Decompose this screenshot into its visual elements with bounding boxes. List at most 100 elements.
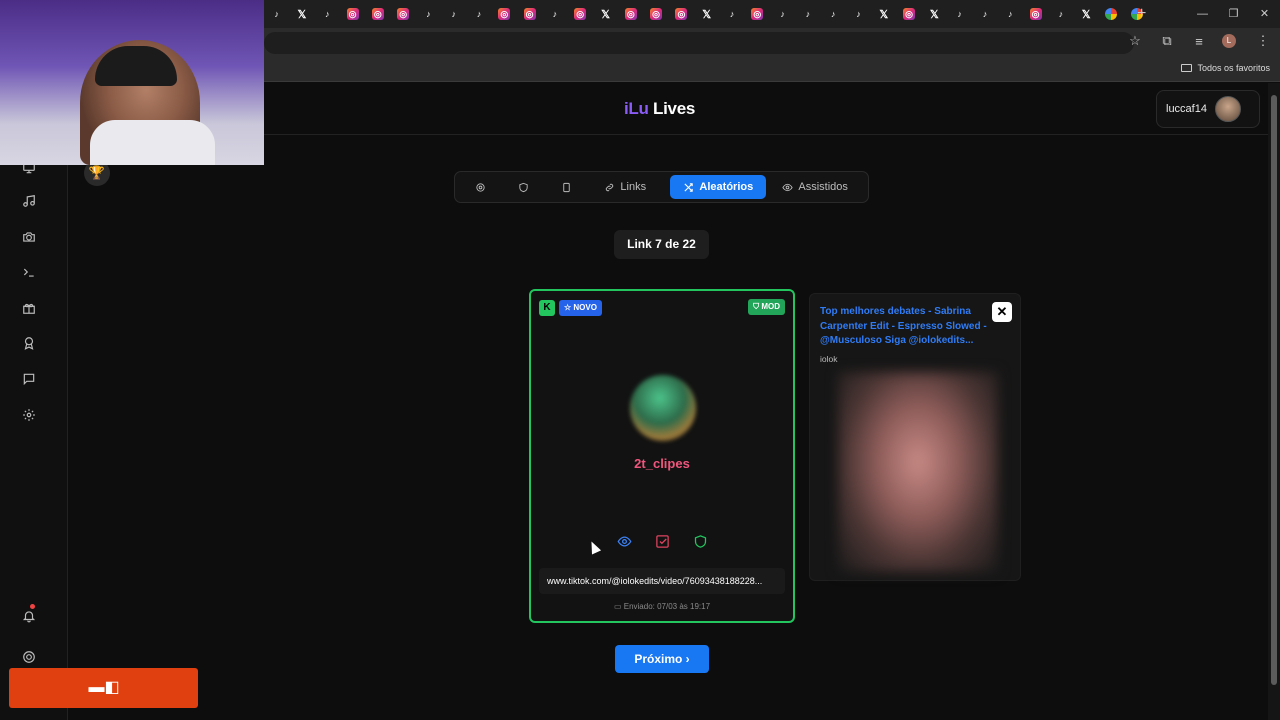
browser-tab-tiktok[interactable]: ♪ [542, 0, 567, 28]
tiktok-icon: ♪ [552, 9, 558, 19]
browser-tab-tiktok[interactable]: ♪ [972, 0, 997, 28]
browser-tab-tiktok[interactable]: ♪ [998, 0, 1023, 28]
instagram-icon: ◎ [675, 8, 688, 20]
tiktok-icon: ♪ [830, 9, 836, 19]
bookmark-star-icon[interactable]: ☆ [1126, 33, 1144, 49]
new-badge: ☆ NOVO [559, 300, 602, 316]
browser-tab-x[interactable]: 𝕏 [922, 0, 947, 28]
link-url[interactable]: www.tiktok.com/@iolokedits/video/7609343… [539, 568, 785, 594]
stream-overlay-button[interactable]: ▬◧ [9, 668, 198, 708]
sidebar-item-camera[interactable] [18, 226, 40, 248]
browser-tab-x[interactable]: 𝕏 [871, 0, 896, 28]
tiktok-icon: ♪ [1058, 9, 1064, 19]
check-square-icon [655, 534, 669, 548]
browser-tab-x[interactable]: 𝕏 [1074, 0, 1099, 28]
browser-tab-instagram[interactable]: ◎ [390, 0, 415, 28]
browser-tab-instagram[interactable]: ◎ [745, 0, 770, 28]
browser-tab-instagram[interactable]: ◎ [669, 0, 694, 28]
mark-done-button[interactable] [654, 533, 670, 549]
link-card: K ☆ NOVO ⛉ MOD 2t_clipes www.tiktok.com/… [529, 289, 795, 623]
browser-tab-tiktok[interactable]: ♪ [441, 0, 466, 28]
browser-tab-instagram[interactable]: ◎ [896, 0, 921, 28]
browser-tab-tiktok[interactable]: ♪ [466, 0, 491, 28]
browser-tab-tiktok[interactable]: ♪ [770, 0, 795, 28]
watch-button[interactable] [616, 533, 632, 549]
tab-list: ♪ 𝕏 ♪ ◎ ◎ ◎ ♪ ♪ ♪ ◎ ◎ ♪ ◎ 𝕏 ◎ ◎ ◎ 𝕏 ♪ ◎ ♪ ♪ ♪ ♪ 𝕏 ◎ 𝕏 ♪ ♪ ♪ ◎ ♪ 𝕏 [264, 0, 1149, 28]
tiktok-icon: ♪ [1008, 9, 1013, 19]
tab-watched[interactable]: Assistidos [766, 175, 864, 199]
terminal-icon [23, 268, 34, 277]
close-window-button[interactable]: ✕ [1249, 0, 1280, 28]
tab-settings[interactable] [459, 175, 502, 199]
bell-icon [22, 611, 36, 623]
browser-toolbar: ☆ ⧉ ≡ L ⋮ [1126, 33, 1272, 49]
browser-tab-x[interactable]: 𝕏 [593, 0, 618, 28]
omnibox[interactable] [264, 32, 1134, 54]
sidebar-item-notifications[interactable] [18, 604, 40, 627]
browser-tab-instagram[interactable]: ◎ [643, 0, 668, 28]
instagram-icon: ◎ [523, 8, 536, 20]
instagram-icon: ◎ [498, 8, 511, 20]
music-icon [23, 195, 35, 207]
browser-tab-instagram[interactable]: ◎ [517, 0, 542, 28]
preview-title[interactable]: Top melhores debates - Sabrina Carpenter… [820, 305, 990, 349]
media-control-icon[interactable]: ≡ [1190, 34, 1208, 49]
tab-mobile[interactable] [545, 175, 588, 199]
sender-handle: 2t_clipes [634, 456, 690, 471]
gift-icon [23, 303, 35, 314]
tab-links[interactable]: Links [588, 175, 662, 199]
sidebar-item-terminal[interactable] [18, 261, 40, 283]
tiktok-icon: ♪ [324, 9, 330, 19]
browser-tab-tiktok[interactable]: ♪ [1048, 0, 1073, 28]
browser-tab-x[interactable]: 𝕏 [694, 0, 719, 28]
moderate-button[interactable] [692, 533, 708, 549]
sender-avatar [630, 375, 696, 441]
close-preview-button[interactable]: ✕ [992, 302, 1012, 322]
browser-tab-tiktok[interactable]: ♪ [719, 0, 744, 28]
webcam-overlay [0, 0, 264, 165]
browser-tab-tiktok[interactable]: ♪ [846, 0, 871, 28]
tiktok-icon: ♪ [856, 9, 861, 19]
sidebar-item-help[interactable] [18, 646, 40, 668]
browser-tab-tiktok[interactable]: ♪ [947, 0, 972, 28]
instagram-icon: ◎ [371, 8, 384, 20]
all-bookmarks-folder[interactable]: Todos os favoritos [1181, 63, 1270, 73]
browser-tab-instagram[interactable]: ◎ [365, 0, 390, 28]
minimize-button[interactable]: — [1187, 0, 1218, 28]
video-thumbnail[interactable] [838, 372, 998, 572]
browser-tab-tiktok[interactable]: ♪ [416, 0, 441, 28]
user-profile-button[interactable]: luccaf14 [1156, 90, 1260, 128]
sidebar-item-award[interactable] [18, 332, 40, 354]
app-logo[interactable]: iLu Lives [624, 99, 695, 119]
browser-tab-tiktok[interactable]: ♪ [264, 0, 289, 28]
extensions-icon[interactable]: ⧉ [1158, 33, 1176, 49]
browser-tab-tiktok[interactable]: ♪ [821, 0, 846, 28]
tiktok-icon: ♪ [274, 9, 279, 19]
sidebar-item-chat[interactable] [18, 368, 40, 390]
next-button[interactable]: Próximo › [615, 645, 709, 673]
sidebar-item-gift[interactable] [18, 297, 40, 319]
browser-tab-google[interactable] [1099, 0, 1124, 28]
page-scrollbar[interactable] [1268, 83, 1280, 720]
tab-random[interactable]: Aleatórios [670, 175, 767, 199]
browser-tab-instagram[interactable]: ◎ [568, 0, 593, 28]
browser-tab-instagram[interactable]: ◎ [618, 0, 643, 28]
new-tab-button[interactable]: + [1137, 5, 1146, 23]
browser-tab-tiktok[interactable]: ♪ [795, 0, 820, 28]
browser-menu-icon[interactable]: ⋮ [1254, 33, 1272, 49]
x-icon: 𝕏 [702, 8, 712, 21]
sidebar-item-settings[interactable] [18, 404, 40, 426]
tab-moderation[interactable] [502, 175, 545, 199]
profile-avatar[interactable]: L [1222, 34, 1240, 48]
tiktok-icon: ♪ [957, 9, 962, 19]
browser-tab-instagram[interactable]: ◎ [340, 0, 365, 28]
restore-button[interactable]: ❐ [1218, 0, 1249, 28]
browser-tab-instagram[interactable]: ◎ [492, 0, 517, 28]
instagram-icon: ◎ [903, 8, 916, 20]
scrollbar-thumb[interactable] [1271, 95, 1277, 685]
browser-tab-instagram[interactable]: ◎ [1023, 0, 1048, 28]
gear-icon [476, 182, 485, 192]
browser-tab-x[interactable]: 𝕏 [289, 0, 314, 28]
sidebar-item-music[interactable] [18, 190, 40, 212]
browser-tab-tiktok[interactable]: ♪ [315, 0, 340, 28]
